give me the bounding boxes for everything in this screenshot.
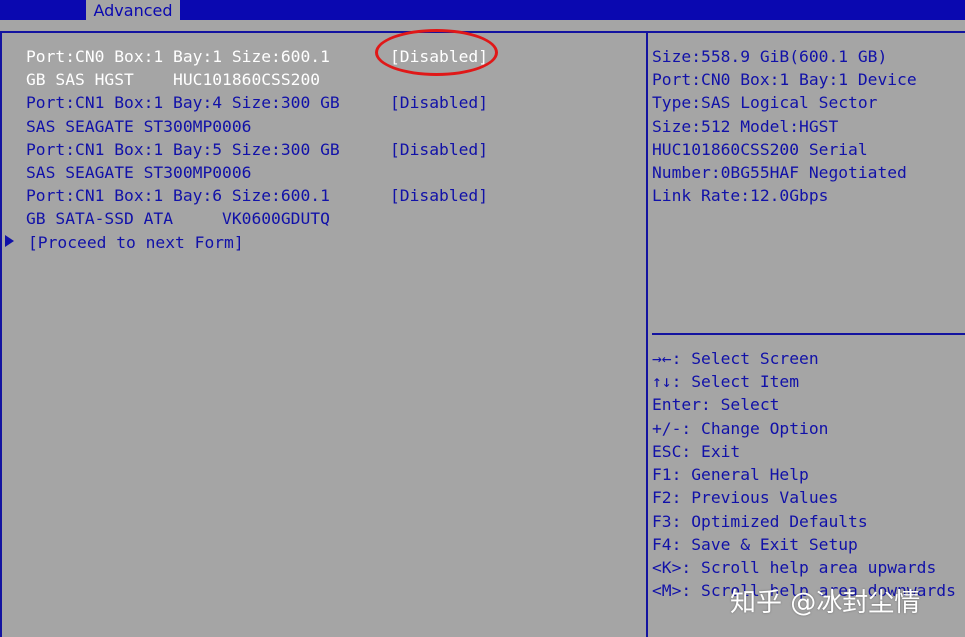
device-item-3-line1[interactable]: Port:CN1 Box:1 Bay:5 Size:300 GB [26, 138, 340, 161]
key-change-option: +/-: Change Option [652, 419, 829, 438]
highlight-circle [375, 29, 498, 76]
key-f2: F2: Previous Values [652, 488, 839, 507]
device-item-4-line1[interactable]: Port:CN1 Box:1 Bay:6 Size:600.1 [26, 184, 330, 207]
submenu-arrow-icon [5, 235, 14, 247]
help-text-line: Number:0BG55HAF Negotiated [652, 163, 907, 182]
watermark: 知乎 @冰封尘情 [730, 588, 921, 618]
device-item-1-line1[interactable]: Port:CN0 Box:1 Bay:1 Size:600.1 [26, 45, 330, 68]
help-text-line: Type:SAS Logical Sector [652, 93, 878, 112]
help-text-line: Link Rate:12.0Gbps [652, 186, 829, 205]
device-item-4-line2: GB SATA-SSD ATA VK0600GDUTQ [26, 209, 330, 228]
device-item-4-value[interactable]: [Disabled] [390, 184, 488, 207]
device-item-2-line1[interactable]: Port:CN1 Box:1 Bay:4 Size:300 GB [26, 91, 340, 114]
key-select-screen: →←: Select Screen [652, 349, 819, 368]
device-item-1-line2: GB SAS HGST HUC101860CSS200 [26, 70, 321, 89]
key-f1: F1: General Help [652, 465, 809, 484]
key-f4: F4: Save & Exit Setup [652, 535, 858, 554]
help-divider [652, 333, 965, 335]
help-text-line: HUC101860CSS200 Serial [652, 140, 868, 159]
key-esc: ESC: Exit [652, 442, 741, 461]
help-text-line: Size:558.9 GiB(600.1 GB) [652, 47, 888, 66]
vertical-divider [646, 31, 648, 637]
key-f3: F3: Optimized Defaults [652, 512, 868, 531]
device-item-2-value[interactable]: [Disabled] [390, 91, 488, 114]
key-k-scroll-up: <K>: Scroll help area upwards [652, 558, 937, 577]
tab-advanced[interactable]: Advanced [86, 0, 180, 21]
help-text-line: Size:512 Model:HGST [652, 117, 839, 136]
proceed-next-form[interactable]: [Proceed to next Form] [28, 231, 244, 254]
device-item-3-line2: SAS SEAGATE ST300MP0006 [26, 163, 252, 182]
key-select-item: ↑↓: Select Item [652, 372, 800, 391]
help-text-line: Port:CN0 Box:1 Bay:1 Device [652, 70, 917, 89]
key-enter: Enter: Select [652, 395, 780, 414]
device-item-2-line2: SAS SEAGATE ST300MP0006 [26, 117, 252, 136]
device-item-3-value[interactable]: [Disabled] [390, 138, 488, 161]
